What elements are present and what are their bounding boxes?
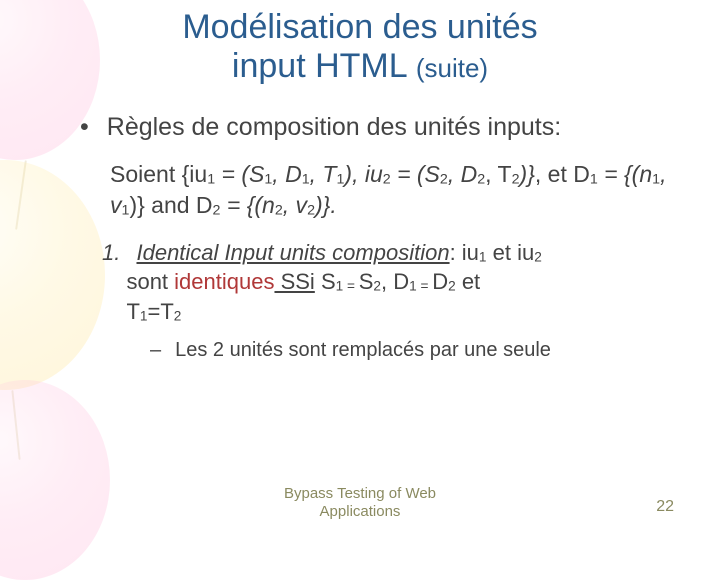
- bullet-text: Règles de composition des unités inputs:: [107, 112, 561, 143]
- slide-title: Modélisation des unités input HTML (suit…: [40, 8, 680, 86]
- dash-marker: –: [150, 339, 161, 362]
- title-suite: (suite): [416, 53, 488, 83]
- rule-title: Identical Input units composition: [136, 240, 449, 265]
- bullet-marker: •: [80, 112, 89, 143]
- rule-item: 1. Identical Input units composition: iu…: [102, 238, 680, 327]
- formula-text: Soient {iu1 = (S1, D1, T1), iu2 = (S2, D…: [110, 159, 680, 221]
- rule-number: 1.: [102, 240, 120, 265]
- bullet-item: • Règles de composition des unités input…: [80, 112, 680, 143]
- page-number: 22: [656, 498, 674, 516]
- title-line1: Modélisation des unités: [182, 8, 537, 46]
- footer-text: Bypass Testing of Web Applications: [0, 485, 720, 523]
- sub-bullet-text: Les 2 unités sont remplacés par une seul…: [175, 339, 551, 362]
- balloon-decoration: [0, 380, 110, 580]
- title-line2: input HTML: [232, 47, 416, 85]
- sub-bullet: – Les 2 unités sont remplacés par une se…: [150, 339, 680, 362]
